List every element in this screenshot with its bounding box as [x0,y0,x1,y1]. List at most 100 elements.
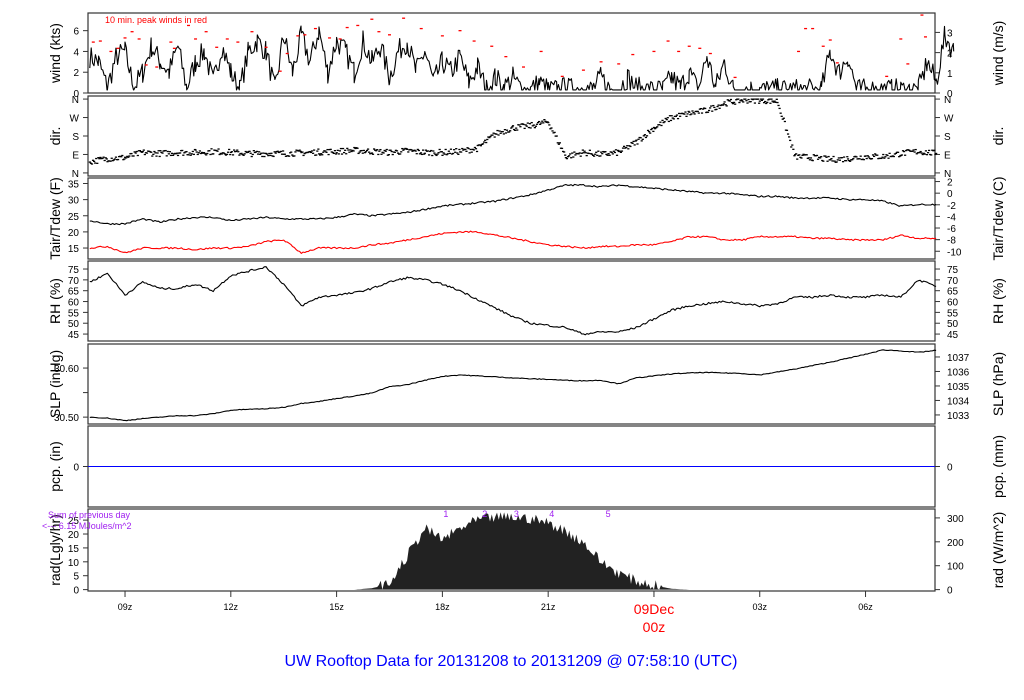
y-tick-label-right: 50 [947,319,959,330]
wind-direction-point [758,100,761,102]
wind-direction-point [571,152,574,154]
wind-direction-point [613,151,617,154]
wind-direction-point [904,154,907,156]
y-axis-label-right-temp: Tair/Tdew (C) [990,176,1006,260]
wind-direction-point [611,153,614,155]
wind-direction-point [154,152,157,154]
wind-direction-point [455,148,458,150]
x-tick-label: 06z [858,602,873,612]
wind-direction-point [641,138,644,140]
wind-direction-point [809,157,813,159]
wind-direction-point [713,106,716,109]
wind-direction-point [95,157,98,160]
wind-direction-point [376,149,379,151]
wind-direction-point [420,153,424,156]
wind-direction-point [700,112,704,114]
radiation-sum-note: Sum of previous day [48,510,131,520]
wind-direction-point [715,108,718,111]
wind-direction-point [519,126,522,128]
wind-direction-point [712,104,715,107]
wind-direction-point [399,153,402,155]
wind-direction-point [746,102,749,104]
wind-direction-point [815,154,819,157]
wind-direction-point [595,151,598,153]
wind-direction-point [919,150,922,153]
wind-direction-point [156,152,159,154]
wind-direction-point [248,150,251,152]
wind-direction-point [263,155,266,158]
y-tick-label-right: W [944,114,954,125]
wind-direction-point [622,145,626,148]
wind-direction-point [334,153,338,155]
wind-direction-point [385,148,388,151]
wind-direction-point [551,130,554,132]
wind-direction-point [614,149,618,151]
wind-direction-point [489,135,492,138]
radiation-hour-marker: 4 [549,509,554,519]
wind-direction-point [866,155,869,157]
wind-direction-point [766,101,769,104]
wind-direction-point [724,104,727,106]
wind-direction-point [291,154,294,156]
wind-direction-point [189,154,192,156]
wind-direction-point [862,158,865,161]
wind-direction-point [859,155,862,157]
wind-direction-point [101,157,104,160]
wind-direction-point [683,113,686,115]
wind-direction-point [574,154,577,156]
wind-direction-point [150,151,153,153]
wind-direction-point [539,123,542,126]
wind-direction-point [294,151,297,153]
wind-direction-point [747,98,750,101]
wind-direction-point [883,157,886,159]
wind-direction-point [468,152,471,154]
wind-direction-point [858,158,861,160]
y-tick-label: 0 [73,586,79,597]
y-tick-label-right: 3 [947,28,953,39]
wind-direction-point [716,105,719,108]
wind-direction-point [807,157,810,159]
wind-direction-point [933,149,936,151]
wind-direction-point [626,145,629,147]
wind-direction-point [684,111,687,113]
wind-direction-point [370,152,374,154]
wind-direction-point [710,105,713,107]
wind-direction-point [872,155,876,158]
wind-direction-point [505,129,509,131]
wind-direction-point [364,151,368,153]
wind-direction-point [610,151,613,154]
y-tick-label-right: 65 [947,287,959,298]
wind-direction-point [583,150,586,152]
y-tick-label: 10 [68,558,80,569]
wind-direction-point [198,150,201,152]
wind-direction-point [346,147,349,150]
wind-direction-point [171,154,175,156]
wind-direction-point [127,156,130,158]
wind-direction-point [159,150,162,152]
wind-direction-point [274,152,277,154]
wind-direction-point [758,102,761,104]
wind-direction-point [640,140,643,142]
wind-direction-point [728,100,731,102]
wind-direction-point [871,154,875,156]
wind-direction-point [599,155,602,157]
wind-direction-point [164,149,167,152]
wind-direction-point [496,129,499,132]
x-tick-label: 09z [118,602,133,612]
y-axis-label-rh: RH (%) [47,278,63,324]
wind-direction-point [674,115,678,118]
wind-direction-point [594,153,597,155]
wind-direction-point [514,129,517,131]
weather-chart-page: wind (kts) wind (m/s) 0 2 4 6 0 1 2 3 dir. dir. N N E E… [0,0,1024,700]
wind-direction-point [672,118,675,120]
wind-direction-point [357,152,360,155]
wind-direction-point [378,150,381,152]
wind-direction-point [192,153,195,156]
y-tick-label: 50 [68,319,80,330]
wind-direction-point [469,148,472,151]
wind-direction-point [625,146,628,149]
wind-direction-point [453,149,456,151]
wind-direction-point [612,150,615,152]
wind-direction-point [347,149,350,151]
wind-direction-point [217,148,220,150]
